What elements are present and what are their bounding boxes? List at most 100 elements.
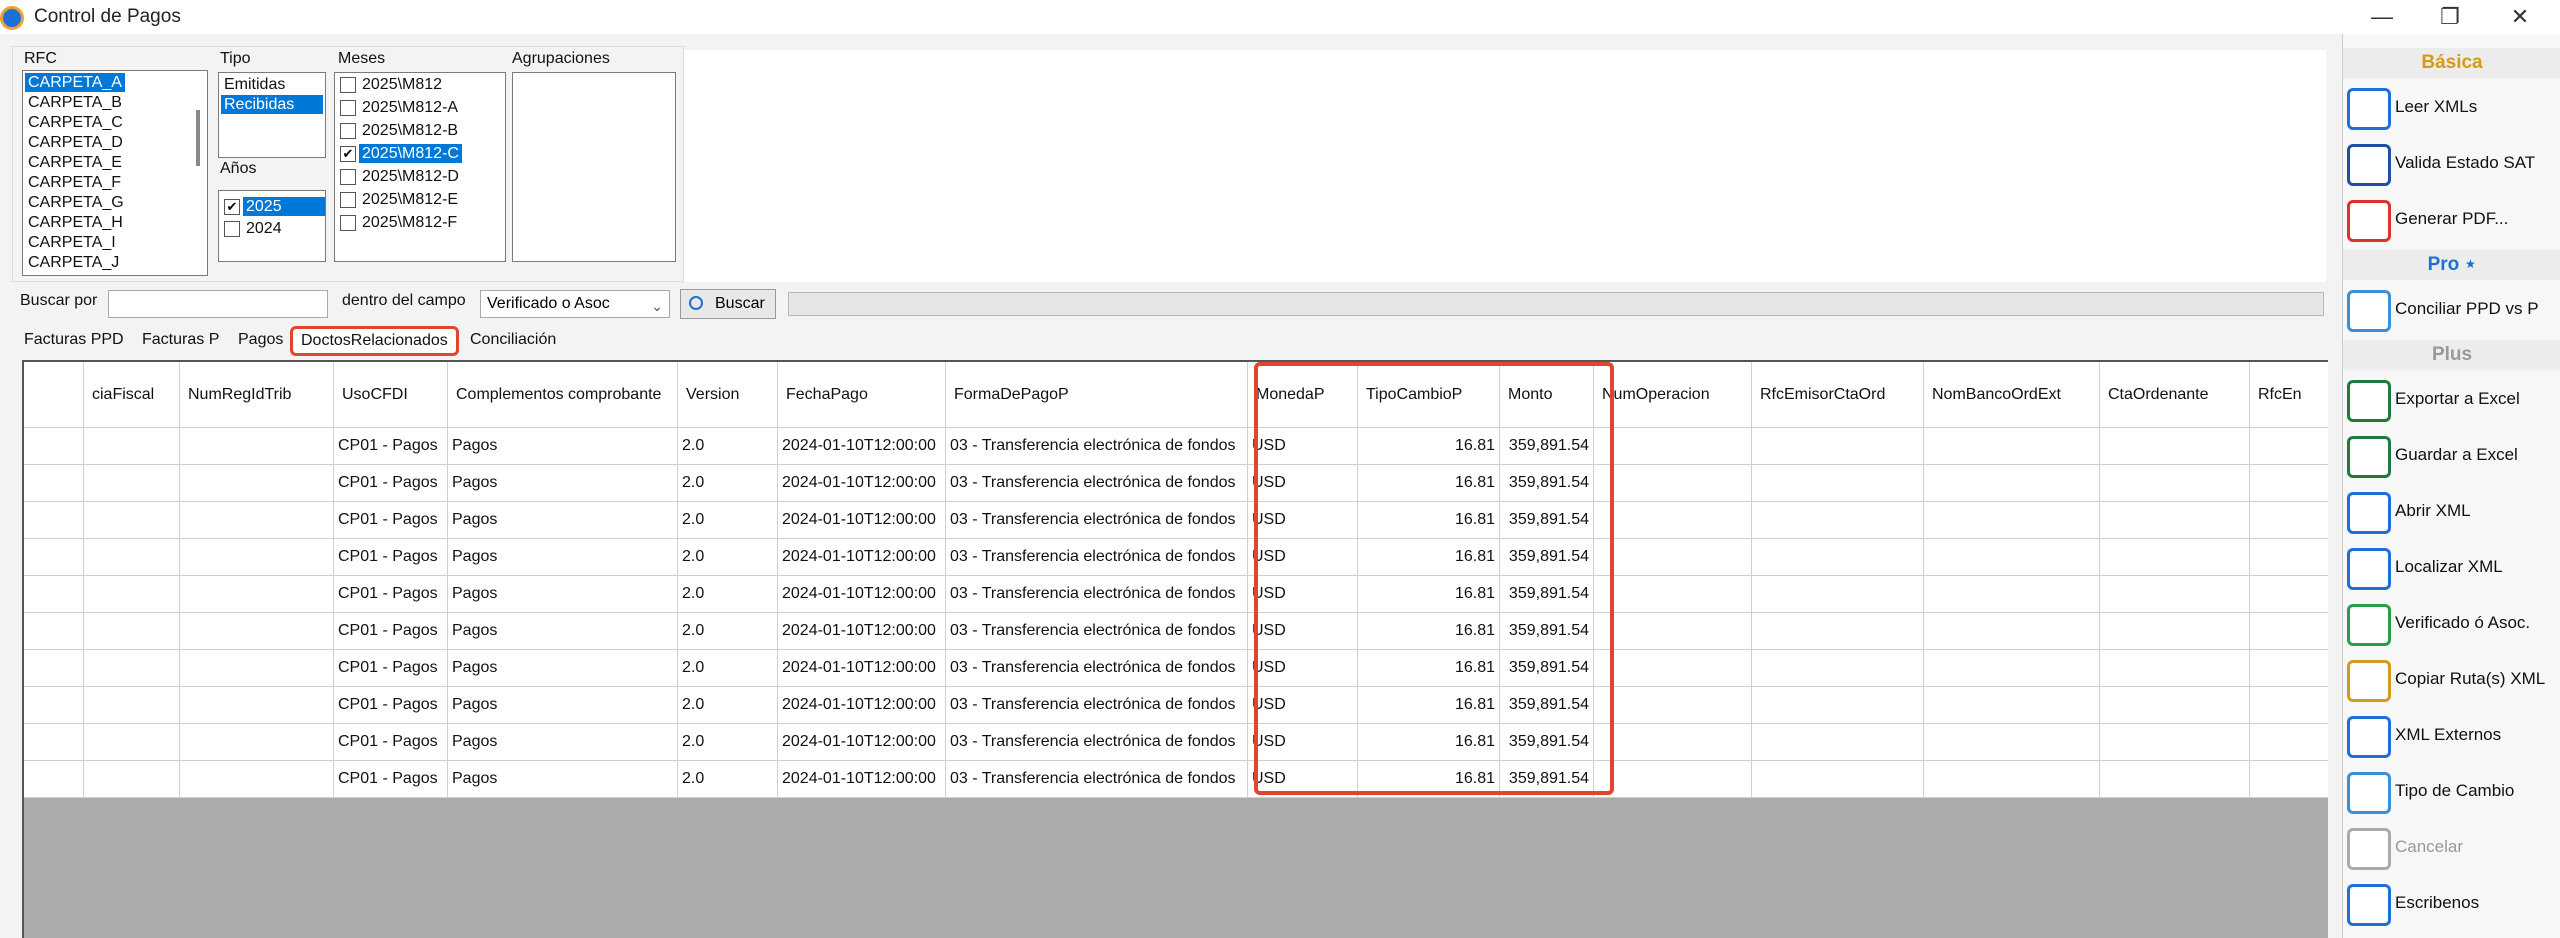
table-cell[interactable]: 359,891.54: [1500, 576, 1594, 613]
table-cell[interactable]: 2.0: [678, 576, 778, 613]
table-cell[interactable]: 03 - Transferencia electrónica de fondos: [946, 724, 1248, 761]
field-dropdown[interactable]: Verificado o Asoc ⌄: [480, 290, 670, 318]
table-cell[interactable]: USD: [1248, 724, 1358, 761]
table-cell[interactable]: [2100, 687, 2250, 724]
table-cell[interactable]: [1924, 576, 2100, 613]
rfc-list-item[interactable]: CARPETA_F: [25, 173, 124, 192]
table-cell[interactable]: 16.81: [1358, 650, 1500, 687]
table-cell[interactable]: [24, 465, 84, 502]
table-cell[interactable]: [2100, 724, 2250, 761]
table-cell[interactable]: 2024-01-10T12:00:00: [778, 539, 946, 576]
table-cell[interactable]: [2250, 650, 2328, 687]
table-row[interactable]: CP01 - Pagos Pagos 2.0 2024-01-10T12:00:00 0…: [24, 761, 2328, 798]
table-cell[interactable]: [1924, 539, 2100, 576]
month-checkbox[interactable]: [340, 123, 356, 139]
table-cell[interactable]: [84, 428, 180, 465]
table-cell[interactable]: [2100, 761, 2250, 798]
table-cell[interactable]: 16.81: [1358, 761, 1500, 798]
table-cell[interactable]: Pagos: [448, 724, 678, 761]
table-cell[interactable]: Pagos: [448, 576, 678, 613]
year-checkbox[interactable]: ✔: [224, 199, 240, 215]
tab-facturas p[interactable]: Facturas P: [134, 326, 228, 356]
table-cell[interactable]: [2250, 576, 2328, 613]
table-cell[interactable]: [24, 502, 84, 539]
table-cell[interactable]: [2250, 539, 2328, 576]
sidebar-item-xml-open[interactable]: Abrir XML: [2343, 486, 2560, 538]
table-cell[interactable]: [1924, 502, 2100, 539]
month-checkbox[interactable]: ✔: [340, 146, 356, 162]
table-cell[interactable]: 03 - Transferencia electrónica de fondos: [946, 539, 1248, 576]
table-cell[interactable]: [2250, 687, 2328, 724]
table-cell[interactable]: USD: [1248, 613, 1358, 650]
sidebar-item-pdf[interactable]: Generar PDF...: [2343, 194, 2560, 246]
anios-listbox[interactable]: ✔ 2025 2024: [218, 190, 326, 262]
table-row[interactable]: CP01 - Pagos Pagos 2.0 2024-01-10T12:00:00 0…: [24, 465, 2328, 502]
table-row[interactable]: CP01 - Pagos Pagos 2.0 2024-01-10T12:00:00 0…: [24, 428, 2328, 465]
column-header[interactable]: Version: [678, 362, 778, 428]
table-cell[interactable]: 2024-01-10T12:00:00: [778, 576, 946, 613]
table-cell[interactable]: [1594, 613, 1752, 650]
table-cell[interactable]: Pagos: [448, 539, 678, 576]
column-header[interactable]: [24, 362, 84, 428]
table-cell[interactable]: CP01 - Pagos: [334, 502, 448, 539]
table-cell[interactable]: [1752, 761, 1924, 798]
table-cell[interactable]: CP01 - Pagos: [334, 428, 448, 465]
table-cell[interactable]: [1594, 650, 1752, 687]
table-row[interactable]: CP01 - Pagos Pagos 2.0 2024-01-10T12:00:00 0…: [24, 502, 2328, 539]
table-cell[interactable]: [1924, 428, 2100, 465]
table-cell[interactable]: 16.81: [1358, 502, 1500, 539]
table-cell[interactable]: [24, 687, 84, 724]
sidebar-item-copy-path[interactable]: Copiar Ruta(s) XML: [2343, 654, 2560, 706]
rfc-list-item[interactable]: CARPETA_C: [25, 113, 126, 132]
table-cell[interactable]: CP01 - Pagos: [334, 687, 448, 724]
tipo-list-item[interactable]: Emitidas: [221, 75, 323, 94]
table-cell[interactable]: [84, 576, 180, 613]
table-cell[interactable]: 359,891.54: [1500, 724, 1594, 761]
column-header[interactable]: Monto: [1500, 362, 1594, 428]
table-cell[interactable]: [180, 761, 334, 798]
sidebar-item-excel-save[interactable]: Guardar a Excel: [2343, 430, 2560, 482]
column-header[interactable]: FechaPago: [778, 362, 946, 428]
table-cell[interactable]: [1594, 724, 1752, 761]
restore-button[interactable]: ❐: [2420, 0, 2480, 34]
table-cell[interactable]: [2100, 650, 2250, 687]
table-cell[interactable]: 359,891.54: [1500, 761, 1594, 798]
table-cell[interactable]: 359,891.54: [1500, 465, 1594, 502]
meses-listbox[interactable]: 2025\M812 2025\M812-A 2025\M812-B ✔ 2025\M81…: [334, 72, 506, 262]
search-input[interactable]: [108, 290, 328, 318]
table-cell[interactable]: [1924, 687, 2100, 724]
table-cell[interactable]: [2100, 428, 2250, 465]
table-cell[interactable]: 359,891.54: [1500, 539, 1594, 576]
column-header[interactable]: FormaDePagoP: [946, 362, 1248, 428]
table-cell[interactable]: USD: [1248, 502, 1358, 539]
tab-pagos[interactable]: Pagos: [230, 326, 292, 356]
table-cell[interactable]: [2250, 613, 2328, 650]
sidebar-item-list[interactable]: Conciliar PPD vs P: [2343, 284, 2560, 336]
rfc-list-item[interactable]: CARPETA_E: [25, 153, 125, 172]
table-cell[interactable]: [1752, 428, 1924, 465]
table-cell[interactable]: Pagos: [448, 761, 678, 798]
table-cell[interactable]: [1752, 613, 1924, 650]
table-cell[interactable]: 2.0: [678, 539, 778, 576]
table-cell[interactable]: 16.81: [1358, 428, 1500, 465]
sidebar-item-exchange[interactable]: Tipo de Cambio: [2343, 766, 2560, 818]
table-cell[interactable]: 2024-01-10T12:00:00: [778, 687, 946, 724]
table-cell[interactable]: [1594, 761, 1752, 798]
table-cell[interactable]: [1924, 761, 2100, 798]
table-cell[interactable]: [1752, 687, 1924, 724]
table-cell[interactable]: 2024-01-10T12:00:00: [778, 761, 946, 798]
rfc-list-item[interactable]: CARPETA_B: [25, 93, 125, 112]
table-cell[interactable]: 03 - Transferencia electrónica de fondos: [946, 465, 1248, 502]
sidebar-item-sat[interactable]: Valida Estado SAT: [2343, 138, 2560, 190]
month-checkbox[interactable]: [340, 192, 356, 208]
table-cell[interactable]: [24, 576, 84, 613]
table-row[interactable]: CP01 - Pagos Pagos 2.0 2024-01-10T12:00:00 0…: [24, 539, 2328, 576]
table-cell[interactable]: [180, 724, 334, 761]
table-cell[interactable]: [180, 613, 334, 650]
table-cell[interactable]: 03 - Transferencia electrónica de fondos: [946, 428, 1248, 465]
table-cell[interactable]: [180, 576, 334, 613]
table-cell[interactable]: [1924, 650, 2100, 687]
table-cell[interactable]: [180, 502, 334, 539]
table-row[interactable]: CP01 - Pagos Pagos 2.0 2024-01-10T12:00:00 0…: [24, 650, 2328, 687]
search-button[interactable]: Buscar: [680, 289, 776, 319]
